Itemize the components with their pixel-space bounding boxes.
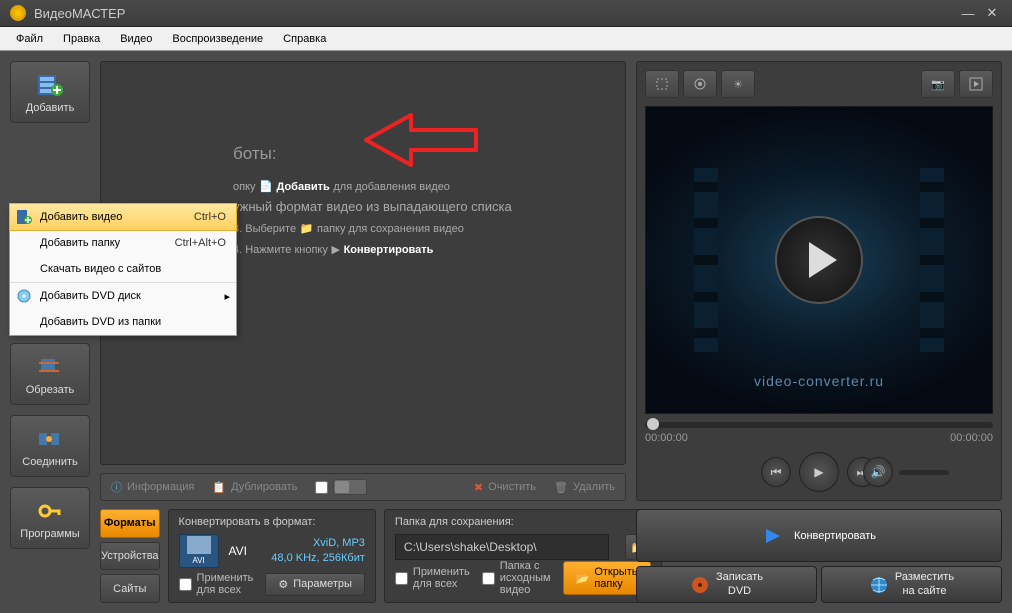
camera-icon: 📷	[931, 78, 945, 91]
ddi-download[interactable]: Скачать видео с сайтов	[10, 256, 236, 282]
publish-button[interactable]: Разместитьна сайте	[821, 566, 1002, 603]
tab-sites[interactable]: Сайты	[100, 574, 160, 603]
menu-bar: Файл Правка Видео Воспроизведение Справк…	[0, 27, 1012, 51]
volume-button[interactable]: 🔊	[863, 457, 893, 487]
sun-icon: ☀	[733, 78, 743, 91]
tab-formats[interactable]: Форматы	[100, 509, 160, 538]
delete-button[interactable]: 🗑Удалить	[554, 481, 615, 494]
key-icon	[35, 497, 65, 525]
crop-tool-button[interactable]	[645, 70, 679, 98]
save-path-field[interactable]: C:\Users\shake\Desktop\	[395, 534, 609, 560]
info-button[interactable]: ⓘИнформация	[111, 479, 194, 495]
folder-icon: 📂	[576, 572, 590, 585]
plus-icon: 📄	[259, 181, 273, 193]
selection-toggle[interactable]	[315, 479, 367, 495]
playback-controls: ⏮ ▶ ⏭ 🔊	[645, 452, 993, 492]
join-icon	[35, 425, 65, 453]
clear-button[interactable]: ✖Очистить	[474, 481, 536, 494]
brightness-tool-button[interactable]: ☀	[721, 70, 755, 98]
menu-video[interactable]: Видео	[110, 30, 162, 48]
gear-icon: ⚙	[278, 578, 288, 591]
preview-video[interactable]: video-converter.ru	[645, 106, 993, 414]
film-add-icon	[35, 71, 65, 99]
play-icon: ▶	[331, 244, 339, 256]
globe-icon	[869, 575, 889, 595]
preview-column: ☀ 📷 video-converter.ru 00:00:00 00:00:00…	[636, 61, 1002, 603]
info-bar: ⓘИнформация 📋Дублировать ✖Очистить 🗑Удал…	[100, 473, 626, 501]
convert-button[interactable]: Конвертировать	[636, 509, 1002, 562]
sidebar-crop[interactable]: Обрезать	[10, 343, 90, 405]
minimize-button[interactable]: —	[958, 5, 978, 21]
prev-button[interactable]: ⏮	[761, 457, 791, 487]
sidebar-join[interactable]: Соединить	[10, 415, 90, 477]
sidebar-add[interactable]: Добавить	[10, 61, 90, 123]
disc-icon	[16, 288, 32, 304]
apply-all-save-checkbox[interactable]: Применить для всех	[395, 566, 470, 590]
time-total: 00:00:00	[950, 432, 993, 444]
action-box: Конвертировать ЗаписатьDVD Разместитьна …	[636, 509, 1002, 603]
time-current: 00:00:00	[645, 432, 688, 444]
ddi-add-folder[interactable]: Добавить папку Ctrl+Alt+O	[10, 230, 236, 256]
menu-playback[interactable]: Воспроизведение	[162, 30, 273, 48]
folder-icon: 📁	[300, 223, 314, 235]
snapshot-button[interactable]: 📷	[921, 70, 955, 98]
tabs: Форматы Устройства Сайты	[100, 509, 160, 603]
preview-box: ☀ 📷 video-converter.ru 00:00:00 00:00:00…	[636, 61, 1002, 501]
save-panel: Папка для сохранения: C:\Users\shake\Des…	[384, 509, 662, 603]
app-logo-icon	[10, 5, 26, 21]
preview-brand-text: video-converter.ru	[646, 373, 992, 389]
sidebar-programs[interactable]: Программы	[10, 487, 90, 549]
ddi-add-dvd[interactable]: Добавить DVD диск ▸	[10, 282, 236, 309]
duplicate-button[interactable]: 📋Дублировать	[212, 481, 297, 494]
menu-file[interactable]: Файл	[6, 30, 53, 48]
format-badge-icon: AVI	[179, 534, 219, 568]
menu-help[interactable]: Справка	[273, 30, 336, 48]
tab-devices[interactable]: Устройства	[100, 542, 160, 571]
menu-edit[interactable]: Правка	[53, 30, 110, 48]
ddi-add-dvd-folder[interactable]: Добавить DVD из папки	[10, 309, 236, 335]
apply-all-format-checkbox[interactable]: Применить для всех	[179, 572, 254, 596]
ddi-add-video[interactable]: Добавить видео Ctrl+O	[9, 203, 237, 231]
film-add-icon	[16, 209, 32, 225]
disc-burn-icon	[690, 575, 710, 595]
crop-icon	[35, 353, 65, 381]
app-title: ВидеоМАСТЕР	[34, 6, 125, 21]
seek-bar[interactable]	[645, 422, 993, 428]
enhance-tool-button[interactable]	[683, 70, 717, 98]
title-bar: ВидеоМАСТЕР — ✕	[0, 0, 1012, 27]
play-button[interactable]: ▶	[799, 452, 839, 492]
format-panel: Конвертировать в формат: AVI AVI XviD, M…	[168, 509, 376, 603]
close-button[interactable]: ✕	[982, 5, 1002, 21]
convert-icon	[762, 525, 784, 547]
sidebar-add-label: Добавить	[26, 102, 75, 114]
chevron-right-icon: ▸	[224, 290, 230, 303]
add-dropdown-menu: Добавить видео Ctrl+O Добавить папку Ctr…	[9, 203, 237, 336]
params-button[interactable]: ⚙Параметры	[265, 573, 365, 596]
burn-dvd-button[interactable]: ЗаписатьDVD	[636, 566, 817, 603]
fullscreen-button[interactable]	[959, 70, 993, 98]
play-overlay-button[interactable]	[775, 216, 863, 304]
arrow-hint-icon	[361, 110, 481, 170]
format-selector[interactable]: AVI AVI XviD, MP3 48,0 KHz, 256Кбит	[179, 534, 365, 568]
volume-slider[interactable]	[899, 470, 949, 475]
source-folder-checkbox[interactable]: Папка с исходным видео	[482, 560, 551, 596]
sidebar: Добавить Добавить видео Ctrl+O Добавить …	[10, 61, 90, 603]
